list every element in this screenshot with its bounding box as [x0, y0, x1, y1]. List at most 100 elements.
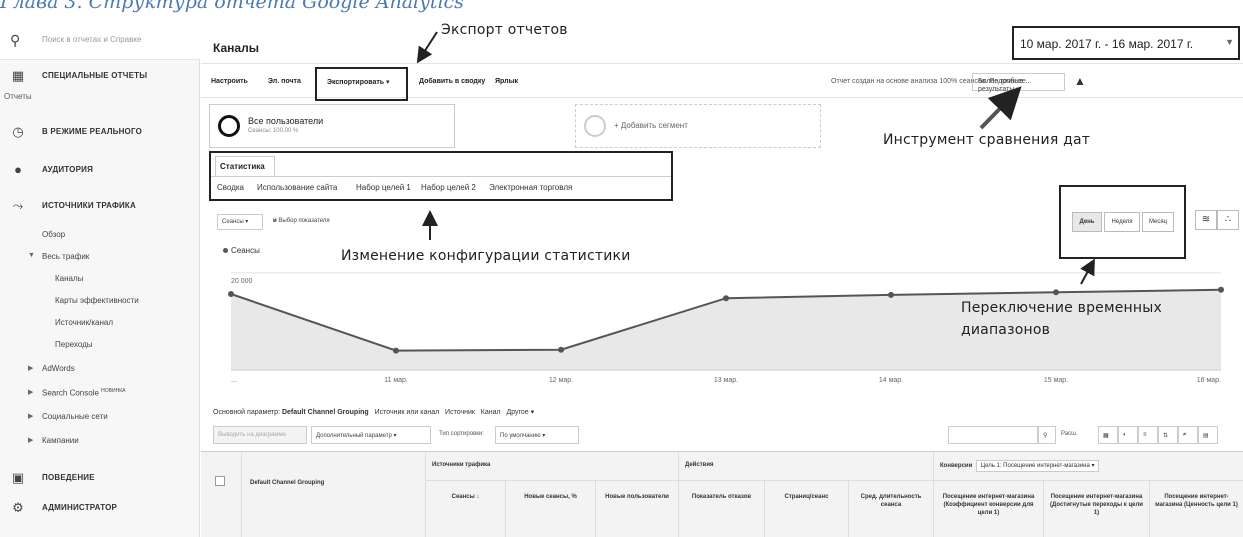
- annotation-period-switch-2: диапазонов: [961, 322, 1051, 338]
- select-all-checkbox[interactable]: [215, 476, 225, 486]
- caret-down-icon: ▼: [28, 252, 35, 259]
- sort-type-select[interactable]: По умолчанию ▾: [495, 426, 579, 444]
- explorer-link-goal-set-2[interactable]: Набор целей 2: [421, 183, 476, 192]
- monitor-icon: ▣: [11, 470, 25, 485]
- metric-select[interactable]: Сеансы ▾: [217, 214, 263, 230]
- column-header-goal-value[interactable]: Посещение интернет-магазина (Ценность це…: [1149, 480, 1243, 537]
- person-icon: ●: [14, 162, 22, 177]
- sidebar-item-treemaps[interactable]: Карты эффективности: [55, 296, 139, 305]
- dim-source-medium[interactable]: Источник или канал: [375, 409, 440, 416]
- comparison-view-icon[interactable]: ⇅: [1158, 426, 1178, 444]
- sidebar-item-realtime[interactable]: ◷ В РЕЖИМЕ РЕАЛЬНОГО: [0, 118, 200, 146]
- column-header-goal-conversion[interactable]: Посещение интернет-магазина (Коэффициент…: [933, 480, 1043, 537]
- y-tick-label: 20 000: [231, 278, 253, 285]
- education-icon[interactable]: ▲: [1074, 74, 1086, 88]
- search-icon[interactable]: ⚲: [1038, 426, 1056, 444]
- sidebar-item-traffic-sources[interactable]: ⤳ ИСТОЧНИКИ ТРАФИКА: [0, 192, 200, 220]
- explorer-link-goal-set-1[interactable]: Набор целей 1: [356, 183, 411, 192]
- shortcut-button[interactable]: Ярлык: [495, 78, 518, 85]
- goal-select[interactable]: Цель 1: Посещение интернет-магазина ▾: [975, 460, 1100, 472]
- column-header-new-sessions[interactable]: Новые сеансы, %: [505, 480, 595, 537]
- add-segment-button[interactable]: + Добавить сегмент: [575, 104, 821, 148]
- sidebar-item-social[interactable]: ▶ Социальные сети: [28, 412, 108, 421]
- period-month-button[interactable]: Месяц: [1142, 212, 1174, 232]
- dim-source[interactable]: Источник: [445, 409, 475, 416]
- annotation-date-compare: Инструмент сравнения дат: [883, 132, 1091, 148]
- dim-medium[interactable]: Канал: [481, 409, 501, 416]
- explorer-tabs: Статистика Сводка Использование сайта На…: [209, 151, 673, 201]
- caret-right-icon: ▶: [28, 389, 34, 396]
- sidebar-item-behavior[interactable]: ▣ ПОВЕДЕНИЕ: [0, 464, 200, 492]
- x-tick-label: ...: [231, 377, 237, 384]
- explorer-link-site-usage[interactable]: Использование сайта: [257, 183, 337, 192]
- search-input[interactable]: Поиск в отчетах и Справке: [42, 35, 141, 44]
- data-point: [228, 291, 234, 297]
- data-table-header: Default Channel Grouping Источники трафи…: [201, 451, 1243, 537]
- empty-segment-icon: [584, 115, 606, 137]
- dimension-row: Основной параметр: Default Channel Group…: [213, 409, 535, 416]
- caret-right-icon: ▶: [28, 437, 34, 444]
- sidebar-item-channels[interactable]: Каналы: [55, 274, 83, 283]
- sidebar-item-admin[interactable]: ⚙ АДМИНИСТРАТОР: [0, 494, 200, 522]
- email-button[interactable]: Эл. почта: [268, 78, 301, 85]
- report-header: Каналы 10 мар. 2017 г. - 16 мар. 2017 г.…: [201, 22, 1243, 64]
- term-cloud-icon[interactable]: ≠: [1178, 426, 1198, 444]
- add-to-dashboard-button[interactable]: Добавить в сводку: [419, 78, 485, 85]
- column-header-sessions[interactable]: Сеансы ↓: [425, 480, 505, 537]
- plot-rows-button[interactable]: Выводить на диаграмме: [213, 426, 307, 444]
- period-day-button[interactable]: День: [1072, 212, 1102, 232]
- sidebar-item-source-medium[interactable]: Источник/канал: [55, 318, 113, 327]
- segment-all-users[interactable]: Все пользователи Сеансы: 100,00 %: [209, 104, 455, 148]
- sidebar-item-special-reports[interactable]: ▦ СПЕЦИАЛЬНЫЕ ОТЧЕТЫ: [0, 62, 200, 90]
- pivot-view-icon[interactable]: ▤: [1198, 426, 1218, 444]
- sidebar-item-overview[interactable]: Обзор: [42, 230, 65, 239]
- period-week-button[interactable]: Неделя: [1104, 212, 1140, 232]
- column-header-new-users[interactable]: Новые пользователи: [595, 480, 678, 537]
- primary-dimension[interactable]: Default Channel Grouping: [282, 409, 369, 416]
- sidebar-item-referrals[interactable]: Переходы: [55, 340, 93, 349]
- precision-select[interactable]: Более точные результаты ▾: [972, 73, 1065, 93]
- data-point: [1218, 286, 1224, 293]
- sidebar-item-search-console[interactable]: ▶ Search Console НОВИНКА: [28, 388, 125, 398]
- data-view-icon[interactable]: ▦: [1098, 426, 1118, 444]
- table-search-input[interactable]: [948, 426, 1038, 444]
- sidebar-item-campaigns[interactable]: ▶ Кампании: [28, 436, 79, 445]
- column-header-pages-per-session[interactable]: Страниц/сеанс: [764, 480, 848, 537]
- secondary-dimension-select[interactable]: Дополнительный параметр ▾: [311, 426, 431, 444]
- explorer-link-ecommerce[interactable]: Электронная торговля: [489, 183, 572, 192]
- clock-icon: ◷: [12, 124, 24, 139]
- export-button[interactable]: Экспортировать ▾: [327, 78, 390, 86]
- sidebar-search[interactable]: ⚲ Поиск в отчетах и Справке: [0, 22, 200, 60]
- sidebar-item-adwords[interactable]: ▶ AdWords: [28, 364, 75, 373]
- explorer-link-summary[interactable]: Сводка: [217, 183, 244, 192]
- motion-chart-icon[interactable]: ∴: [1217, 210, 1239, 230]
- data-point: [888, 291, 894, 298]
- table-controls: Выводить на диаграмме Дополнительный пар…: [213, 426, 1238, 446]
- compare-metric[interactable]: и Выбор показателя: [273, 218, 330, 224]
- line-chart-icon[interactable]: ≋: [1195, 210, 1217, 230]
- tab-explorer[interactable]: Статистика: [215, 156, 275, 176]
- x-tick-label: 15 мар.: [1044, 377, 1068, 384]
- group-header-conversions: Конверсии Цель 1: Посещение интернет-маг…: [933, 452, 1243, 480]
- x-tick-label: 11 мар.: [384, 377, 408, 384]
- annotation-export: Экспорт отчетов: [441, 22, 568, 38]
- chapter-heading: Глава 3. Структура отчета Google Analyti…: [0, 0, 464, 13]
- sessions-chart: Сеансы 20 00010 000...11 мар.12 мар.13 м…: [201, 242, 1243, 390]
- annotation-period-switch-1: Переключение временных: [961, 300, 1163, 316]
- sidebar-item-all-traffic[interactable]: ▼ Весь трафик: [28, 252, 89, 261]
- sidebar-item-audience[interactable]: ● АУДИТОРИЯ: [0, 156, 200, 184]
- performance-view-icon[interactable]: ≡: [1138, 426, 1158, 444]
- advanced-link[interactable]: Расш.: [1061, 431, 1078, 437]
- column-header-bounce-rate[interactable]: Показатель отказов: [678, 480, 764, 537]
- column-header-dimension[interactable]: Default Channel Grouping: [241, 452, 425, 537]
- dim-other[interactable]: Другое: [506, 409, 528, 416]
- chart-svg: 20 00010 000...11 мар.12 мар.13 мар.14 м…: [228, 272, 1224, 384]
- customize-button[interactable]: Настроить: [211, 78, 248, 85]
- page-title: Каналы: [213, 41, 259, 55]
- column-header-avg-duration[interactable]: Сред. длительность сеанса: [848, 480, 933, 537]
- percentage-view-icon[interactable]: ◐: [1118, 426, 1138, 444]
- annotation-config: Изменение конфигурации статистики: [341, 248, 631, 264]
- data-point: [1053, 289, 1059, 296]
- column-header-goal-completions[interactable]: Посещение интернет-магазина (Достигнутые…: [1043, 480, 1149, 537]
- date-range-picker[interactable]: 10 мар. 2017 г. - 16 мар. 2017 г. ▼: [1012, 26, 1240, 60]
